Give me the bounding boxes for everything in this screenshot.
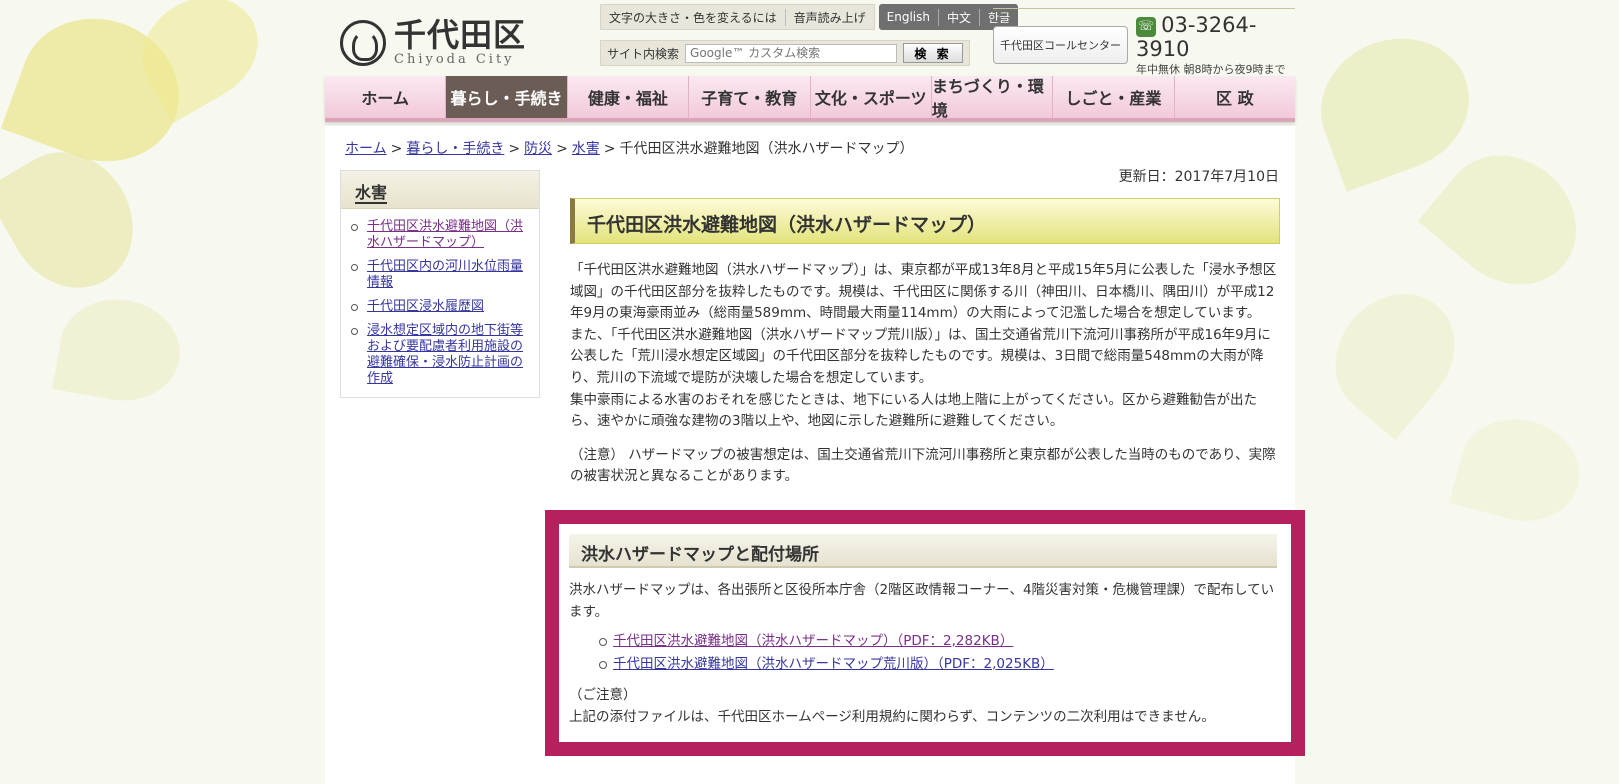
section-title: 洪水ハザードマップと配付場所 — [569, 534, 1277, 568]
search-label: サイト内検索 — [607, 46, 680, 61]
breadcrumb-disaster[interactable]: 防災 — [524, 141, 552, 157]
nav-work[interactable]: しごと・産業 — [1053, 76, 1175, 118]
caution-title: （ご注意） — [569, 687, 637, 703]
font-size-link[interactable]: 文字の大きさ・色を変えるには — [609, 9, 777, 26]
paragraph: また、「千代田区洪水避難地図（洪水ハザードマップ荒川版）」は、国土交通省荒川下流… — [570, 326, 1271, 386]
breadcrumb-living[interactable]: 暮らし・手続き — [406, 141, 504, 157]
pdf-link-hazard-map[interactable]: 千代田区洪水避難地図（洪水ハザードマップ）（PDF：2,282KB） — [613, 633, 1013, 649]
section-text: 洪水ハザードマップは、各出張所と区役所本庁舎（2階区政情報コーナー、4階災害対策… — [569, 582, 1275, 620]
sidebar-link-hazard-map[interactable]: 千代田区洪水避難地図（洪水ハザードマップ） — [367, 219, 523, 250]
voice-reading-link[interactable]: 音声読み上げ — [784, 8, 866, 26]
caution-note: （ご注意） 上記の添付ファイルは、千代田区ホームページ利用規約に関わらず、コンテ… — [569, 684, 1215, 728]
paragraph: 集中豪雨による水害のおそれを感じたときは、地下にいる人は地上階に上がってください… — [570, 391, 1258, 430]
chiyoda-emblem-icon — [340, 19, 386, 66]
call-hours: 年中無休 朝8時から夜9時まで — [1136, 63, 1286, 76]
intro-text: 「千代田区洪水避難地図（洪水ハザードマップ）」は、東京都が平成13年8月と平成1… — [570, 260, 1282, 488]
breadcrumb-home[interactable]: ホーム — [345, 141, 387, 157]
file-list: 千代田区洪水避難地図（洪水ハザードマップ）（PDF：2,282KB） 千代田区洪… — [599, 630, 1054, 676]
updated-date: 更新日：2017年7月10日 — [1118, 169, 1279, 185]
search-button[interactable]: 検 索 — [903, 43, 963, 63]
site-logo[interactable]: 千代田区 Chiyoda City — [340, 18, 526, 67]
sidebar-link-flood-history[interactable]: 千代田区浸水履歴図 — [367, 299, 484, 314]
page-title: 千代田区洪水避難地図（洪水ハザードマップ） — [570, 198, 1280, 244]
utility-links: 文字の大きさ・色を変えるには 音声読み上げ English 中文 한글 — [600, 4, 1019, 30]
lang-english-link[interactable]: English — [887, 10, 930, 24]
nav-living[interactable]: 暮らし・手続き — [446, 76, 568, 118]
sidebar-item: 千代田区浸水履歴図 — [351, 299, 529, 315]
nav-home[interactable]: ホーム — [325, 76, 447, 118]
nav-government[interactable]: 区 政 — [1175, 76, 1295, 118]
sidebar-link-river-level[interactable]: 千代田区内の河川水位雨量情報 — [367, 259, 523, 290]
list-item: 千代田区洪水避難地図（洪水ハザードマップ）（PDF：2,282KB） — [599, 630, 1054, 653]
global-nav: ホーム 暮らし・手続き 健康・福祉 子育て・教育 文化・スポーツ まちづくり・環… — [325, 76, 1295, 122]
sidebar: 水害 千代田区洪水避難地図（洪水ハザードマップ） 千代田区内の河川水位雨量情報 … — [340, 170, 540, 398]
breadcrumb-flood[interactable]: 水害 — [572, 141, 600, 157]
lang-chinese-link[interactable]: 中文 — [938, 8, 971, 26]
caution-text: 上記の添付ファイルは、千代田区ホームページ利用規約に関わらず、コンテンツの二次利… — [569, 709, 1215, 725]
logo-subtitle: Chiyoda City — [394, 52, 515, 67]
nav-childcare[interactable]: 子育て・教育 — [689, 76, 811, 118]
call-center-button[interactable]: 千代田区コールセンター — [993, 26, 1128, 64]
sidebar-item: 浸水想定区域内の地下街等および要配慮者利用施設の避難確保・浸水防止計画の作成 — [351, 323, 529, 387]
site-search: サイト内検索 検 索 — [600, 40, 970, 66]
page-wrapper: 千代田区 Chiyoda City 文字の大きさ・色を変えるには 音声読み上げ … — [325, 0, 1305, 784]
phone-icon: ☏ — [1136, 16, 1156, 37]
sidebar-title: 水害 — [341, 171, 539, 209]
nav-town[interactable]: まちづくり・環境 — [932, 76, 1054, 120]
nav-health[interactable]: 健康・福祉 — [568, 76, 690, 118]
sidebar-item: 千代田区洪水避難地図（洪水ハザードマップ） — [351, 219, 529, 251]
breadcrumb-current: 千代田区洪水避難地図（洪水ハザードマップ） — [619, 141, 914, 157]
pdf-link-hazard-map-arakawa[interactable]: 千代田区洪水避難地図（洪水ハザードマップ荒川版）（PDF：2,025KB） — [613, 656, 1054, 672]
nav-culture[interactable]: 文化・スポーツ — [811, 76, 932, 118]
main-content: ホーム > 暮らし・手続き > 防災 > 水害 > 千代田区洪水避難地図（洪水ハザードマップ） … — [325, 126, 1305, 784]
call-center: 千代田区コールセンター ☏ 03-3264-3910 年中無休 朝8時から夜9時… — [993, 8, 1295, 82]
sidebar-item: 千代田区内の河川水位雨量情報 — [351, 259, 529, 291]
note-paragraph: （注意） ハザードマップの被害想定は、国土交通省荒川下流河川事務所と東京都が公表… — [570, 446, 1276, 485]
logo-name: 千代田区 — [394, 16, 527, 54]
search-input[interactable] — [685, 43, 897, 63]
sidebar-link-evacuation-plan[interactable]: 浸水想定区域内の地下街等および要配慮者利用施設の避難確保・浸水防止計画の作成 — [367, 323, 523, 386]
list-item: 千代田区洪水避難地図（洪水ハザードマップ荒川版）（PDF：2,025KB） — [599, 653, 1054, 676]
paragraph: 「千代田区洪水避難地図（洪水ハザードマップ）」は、東京都が平成13年8月と平成1… — [570, 262, 1277, 322]
highlighted-section: 洪水ハザードマップと配付場所 洪水ハザードマップは、各出張所と区役所本庁舎（2階… — [545, 510, 1305, 756]
breadcrumb: ホーム > 暮らし・手続き > 防災 > 水害 > 千代田区洪水避難地図（洪水ハザードマップ） — [345, 141, 914, 157]
